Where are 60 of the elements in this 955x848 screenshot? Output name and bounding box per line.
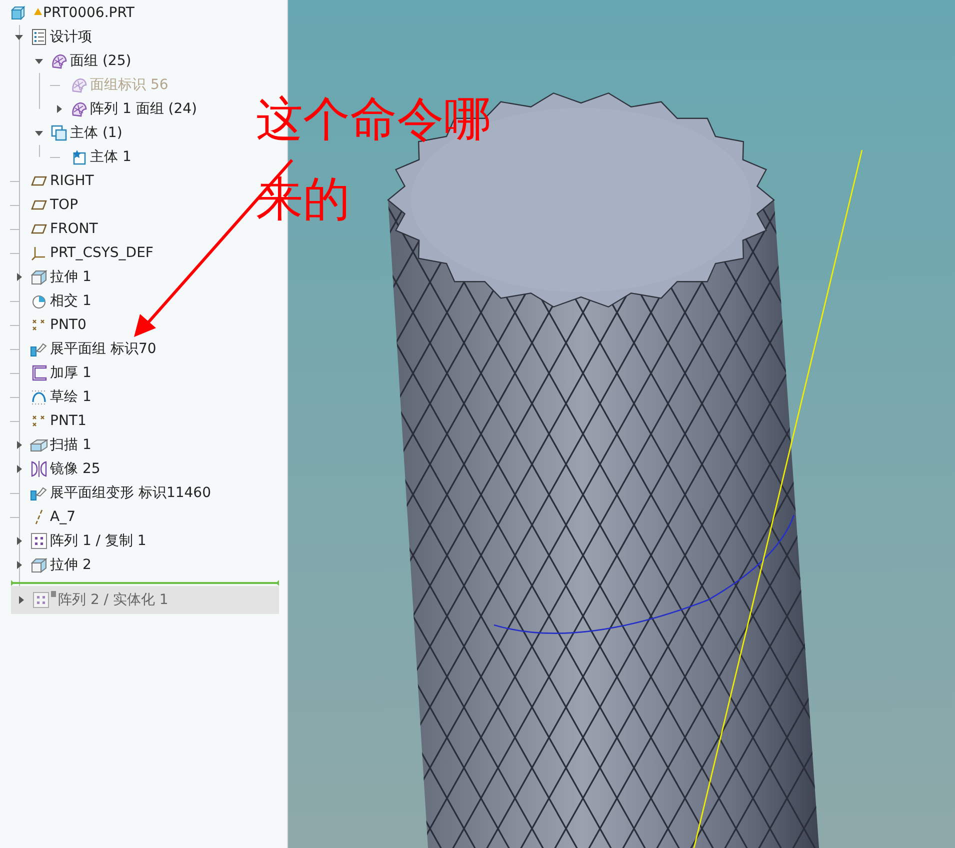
tree-item[interactable]: TOP: [49, 197, 78, 213]
tree-item[interactable]: 阵列 1 面组 (24): [89, 100, 197, 118]
tree-item[interactable]: FRONT: [49, 221, 98, 237]
sweep-icon: [30, 438, 48, 452]
expand-arrow-icon[interactable]: [16, 273, 22, 281]
plane-icon: [31, 175, 47, 187]
bracket-icon: [32, 365, 46, 381]
status-mark-icon: [51, 591, 56, 597]
tree-item[interactable]: 展平面组变形 标识11460: [49, 484, 211, 502]
tree-item[interactable]: 拉伸 2: [49, 556, 92, 574]
expand-arrow-icon[interactable]: [56, 105, 62, 113]
quilt-icon: [51, 54, 67, 68]
plane-icon: [31, 223, 47, 235]
grid-icon: [31, 533, 47, 549]
tree-item[interactable]: PNT1: [49, 413, 86, 429]
tree-root-item[interactable]: PRT0006.PRT: [36, 5, 134, 21]
collapse-arrow-icon[interactable]: [35, 58, 43, 64]
expand-arrow-icon[interactable]: [16, 537, 22, 545]
grid-icon: [33, 592, 49, 608]
points-icon: [31, 414, 47, 428]
cube-icon: [10, 6, 26, 20]
tree-item[interactable]: 阵列 2 / 实体化 1: [57, 591, 168, 609]
plane-icon: [31, 199, 47, 211]
tree-item[interactable]: 相交 1: [49, 292, 92, 310]
tree-item[interactable]: 拉伸 1: [49, 268, 92, 286]
tree-item[interactable]: 主体 (1): [69, 124, 122, 142]
mirror-icon: [31, 461, 47, 477]
collapse-arrow-icon[interactable]: [35, 130, 43, 136]
flatten-icon: [30, 342, 48, 356]
insert-marker[interactable]: [11, 582, 279, 584]
tree-item[interactable]: 草绘 1: [49, 388, 92, 406]
points-icon: [31, 318, 47, 332]
expand-arrow-icon[interactable]: [16, 465, 22, 473]
expand-arrow-icon[interactable]: [16, 441, 22, 449]
axes-icon: [31, 245, 47, 261]
tree-item[interactable]: PNT0: [49, 317, 86, 333]
cube-icon: [31, 558, 47, 572]
tree-item[interactable]: 镜像 25: [49, 460, 100, 478]
quilt-icon: [71, 78, 87, 92]
tree-item[interactable]: A_7: [49, 509, 76, 525]
tree-item[interactable]: 扫描 1: [49, 436, 92, 454]
tree-item[interactable]: 面组 (25): [69, 52, 132, 70]
flatten-icon: [30, 486, 48, 500]
sketch-arc-icon: [31, 390, 47, 404]
tree-item[interactable]: 阵列 1 / 复制 1: [49, 532, 146, 550]
quilt-icon: [71, 102, 87, 116]
tree-item[interactable]: 展平面组 标识70: [49, 340, 156, 358]
cube-icon: [31, 270, 47, 284]
tree-item[interactable]: 加厚 1: [49, 364, 92, 382]
list-icon: [32, 29, 46, 45]
expand-arrow-icon[interactable]: [18, 596, 24, 604]
circle-icon: [32, 294, 46, 308]
tree-item[interactable]: RIGHT: [49, 173, 94, 189]
collapse-arrow-icon[interactable]: [15, 34, 23, 40]
tree-item[interactable]: PRT_CSYS_DEF: [49, 245, 154, 261]
stacked-cubes-icon: [51, 125, 67, 141]
tree-item[interactable]: 主体 1: [89, 148, 132, 166]
expand-arrow-icon[interactable]: [16, 561, 22, 569]
tree-item[interactable]: 设计项: [49, 28, 92, 46]
axis-icon: [34, 509, 44, 525]
